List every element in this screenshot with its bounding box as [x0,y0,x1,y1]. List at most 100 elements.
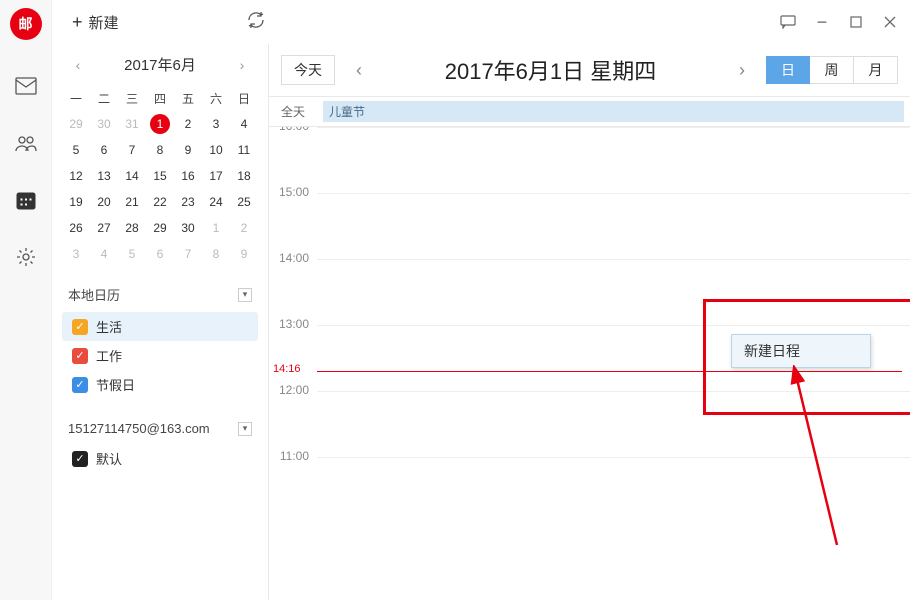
mini-cal-day[interactable]: 2 [230,215,258,241]
hour-label: 15:00 [269,185,317,251]
calendar-item[interactable]: ✓ 默认 [62,444,258,473]
next-day-button[interactable]: › [728,56,756,84]
today-button[interactable]: 今天 [281,55,335,85]
mini-cal-day[interactable]: 22 [146,189,174,215]
mini-cal-day[interactable]: 9 [230,241,258,267]
mini-cal-day[interactable]: 14 [118,163,146,189]
mini-cal-day[interactable]: 20 [90,189,118,215]
hour-label: 12:00 [269,383,317,449]
calendar-item[interactable]: ✓ 工作 [62,341,258,370]
view-week-tab[interactable]: 周 [810,56,854,84]
checkbox-icon: ✓ [72,348,88,364]
weekday-label: 日 [230,85,258,111]
mini-cal-day[interactable]: 5 [118,241,146,267]
mini-cal-day[interactable]: 30 [174,215,202,241]
mini-cal-day[interactable]: 4 [230,111,258,137]
context-menu-new-event[interactable]: 新建日程 [731,334,871,368]
hour-slot[interactable] [317,127,910,193]
mini-cal-day[interactable]: 3 [202,111,230,137]
prev-day-button[interactable]: ‹ [345,56,373,84]
mini-cal-day[interactable]: 6 [90,137,118,163]
mini-cal-day[interactable]: 3 [62,241,90,267]
weekday-label: 一 [62,85,90,111]
mini-cal-day[interactable]: 11 [230,137,258,163]
mini-cal-day[interactable]: 18 [230,163,258,189]
mail-icon[interactable] [10,70,42,102]
calendar-item[interactable]: ✓ 节假日 [62,370,258,399]
mini-cal-day[interactable]: 9 [174,137,202,163]
contacts-icon[interactable] [10,127,42,159]
local-calendar-caret[interactable]: ▾ [238,288,252,302]
feedback-icon[interactable] [780,14,796,30]
account-title: 15127114750@163.com [68,421,210,436]
close-button[interactable] [882,14,898,30]
mini-cal-day[interactable]: 24 [202,189,230,215]
account-caret[interactable]: ▾ [238,422,252,436]
weekday-label: 六 [202,85,230,111]
checkbox-icon: ✓ [72,451,88,467]
mini-cal-day[interactable]: 17 [202,163,230,189]
mini-cal-day[interactable]: 29 [62,111,90,137]
now-time-label: 14:16 [273,363,301,375]
mini-cal-day[interactable]: 1 [202,215,230,241]
mini-cal-day[interactable]: 1 [146,111,174,137]
checkbox-icon: ✓ [72,377,88,393]
calendar-item-label: 默认 [96,449,122,468]
mini-cal-day[interactable]: 23 [174,189,202,215]
mini-cal-day[interactable]: 19 [62,189,90,215]
hour-slot[interactable] [317,193,910,259]
mini-cal-day[interactable]: 2 [174,111,202,137]
mini-cal-day[interactable]: 10 [202,137,230,163]
mini-cal-day[interactable]: 6 [146,241,174,267]
weekday-label: 四 [146,85,174,111]
mini-cal-day[interactable]: 4 [90,241,118,267]
calendar-item[interactable]: ✓ 生活 [62,312,258,341]
mini-cal-day[interactable]: 7 [174,241,202,267]
allday-event[interactable]: 儿童节 [323,101,904,122]
mini-cal-title: 2017年6月 [124,54,196,75]
mini-cal-day[interactable]: 13 [90,163,118,189]
mini-cal-day[interactable]: 26 [62,215,90,241]
hour-slot[interactable] [317,259,910,325]
allday-label: 全天 [269,97,317,126]
maximize-button[interactable] [848,14,864,30]
app-logo: 邮 [10,8,42,40]
date-title: 2017年6月1日 星期四 [383,54,718,86]
mini-cal-day[interactable]: 12 [62,163,90,189]
next-month-button[interactable]: › [232,57,252,73]
refresh-icon[interactable] [247,11,265,34]
weekday-label: 二 [90,85,118,111]
mini-cal-day[interactable]: 21 [118,189,146,215]
mini-cal-day[interactable]: 28 [118,215,146,241]
minimize-button[interactable]: − [814,14,830,30]
mini-cal-day[interactable]: 27 [90,215,118,241]
mini-cal-day[interactable]: 31 [118,111,146,137]
mini-cal-day[interactable]: 16 [174,163,202,189]
hour-label: 14:00 [269,251,317,317]
mini-cal-day[interactable]: 29 [146,215,174,241]
view-day-tab[interactable]: 日 [766,56,810,84]
view-month-tab[interactable]: 月 [854,56,898,84]
hour-label: 16:00 [269,127,317,185]
settings-icon[interactable] [10,241,42,273]
plus-icon: + [72,12,83,33]
weekday-label: 五 [174,85,202,111]
mini-cal-day[interactable]: 5 [62,137,90,163]
checkbox-icon: ✓ [72,319,88,335]
mini-cal-day[interactable]: 8 [202,241,230,267]
calendar-item-label: 生活 [96,317,122,336]
calendar-icon[interactable] [10,184,42,216]
local-calendar-title: 本地日历 [68,285,120,304]
new-label: 新建 [89,12,119,33]
hour-slot[interactable] [317,457,910,523]
prev-month-button[interactable]: ‹ [68,57,88,73]
hour-slot[interactable] [317,391,910,457]
mini-cal-day[interactable]: 25 [230,189,258,215]
calendar-item-label: 工作 [96,346,122,365]
new-button[interactable]: + 新建 [64,8,127,37]
mini-cal-day[interactable]: 30 [90,111,118,137]
mini-cal-day[interactable]: 7 [118,137,146,163]
mini-cal-day[interactable]: 8 [146,137,174,163]
mini-cal-day[interactable]: 15 [146,163,174,189]
calendar-item-label: 节假日 [96,375,135,394]
